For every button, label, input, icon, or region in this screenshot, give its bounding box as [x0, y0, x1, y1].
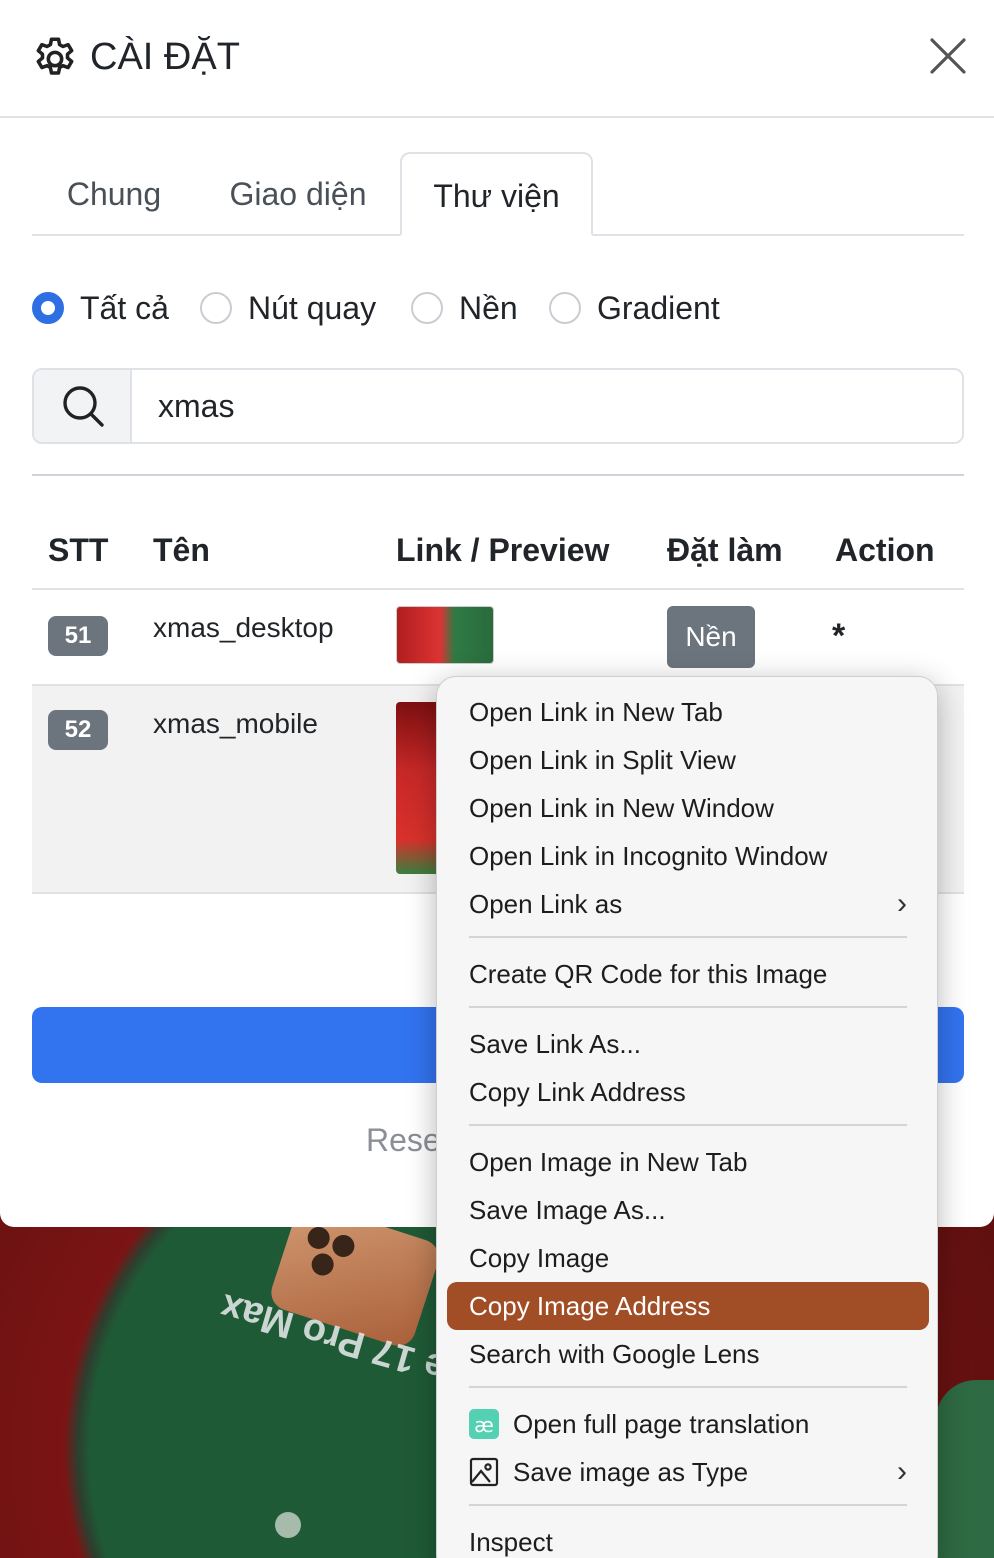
menu-search-google-lens[interactable]: Search with Google Lens — [447, 1330, 929, 1378]
menu-item-label: Search with Google Lens — [469, 1339, 760, 1369]
header-action: Action — [835, 532, 935, 568]
menu-open-link-split-view[interactable]: Open Link in Split View — [447, 736, 929, 784]
filter-label: Nền — [459, 289, 518, 326]
search-bar — [32, 368, 964, 444]
menu-inspect[interactable]: Inspect — [447, 1518, 929, 1558]
menu-copy-link-address[interactable]: Copy Link Address — [447, 1068, 929, 1116]
menu-open-image-new-tab[interactable]: Open Image in New Tab — [447, 1138, 929, 1186]
menu-item-label: Save Link As... — [469, 1029, 641, 1059]
chevron-right-icon: › — [897, 1455, 907, 1488]
menu-item-label: Open Link in Incognito Window — [469, 841, 828, 871]
divider — [32, 474, 964, 476]
search-input[interactable] — [134, 370, 962, 442]
translate-icon: æ — [469, 1409, 499, 1440]
filter-tat-ca[interactable]: Tất cả — [32, 286, 169, 330]
filter-label: Gradient — [597, 289, 720, 326]
search-icon-box — [34, 370, 132, 442]
filter-label: Nút quay — [248, 289, 377, 326]
menu-item-label: Open Link in New Tab — [469, 697, 723, 727]
wheel-pin — [275, 1512, 301, 1538]
menu-item-label: Open full page translation — [513, 1409, 810, 1439]
close-icon[interactable] — [926, 34, 970, 78]
modal-header: CÀI ĐẶT — [0, 0, 994, 118]
gear-icon — [36, 37, 74, 75]
menu-create-qr-code[interactable]: Create QR Code for this Image — [447, 950, 929, 998]
menu-item-label: Open Link as — [469, 889, 623, 919]
action-button[interactable]: * — [832, 616, 845, 656]
menu-item-label: Copy Link Address — [469, 1077, 686, 1107]
item-name: xmas_mobile — [153, 708, 318, 739]
search-icon — [63, 386, 104, 427]
stt-badge: 51 — [48, 616, 108, 656]
set-as-background-button[interactable]: Nền — [667, 606, 755, 668]
menu-save-image-as[interactable]: Save Image As... — [447, 1186, 929, 1234]
menu-separator — [469, 1006, 907, 1008]
tab-thu-vien[interactable]: Thư viện — [400, 152, 593, 236]
menu-save-image-as-type[interactable]: Save image as Type › — [447, 1448, 929, 1496]
wheel-slice — [936, 1380, 994, 1558]
menu-open-link-new-tab[interactable]: Open Link in New Tab — [447, 688, 929, 736]
header-link-preview: Link / Preview — [396, 532, 610, 568]
menu-copy-image[interactable]: Copy Image — [447, 1234, 929, 1282]
menu-open-link-new-window[interactable]: Open Link in New Window — [447, 784, 929, 832]
context-menu: Open Link in New Tab Open Link in Split … — [436, 676, 938, 1558]
library-filter: Tất cả Nút quay Nền Gradient — [32, 286, 964, 330]
menu-separator — [469, 936, 907, 938]
tab-giao-dien[interactable]: Giao diện — [208, 152, 388, 236]
filter-nut-quay[interactable]: Nút quay — [200, 286, 376, 330]
item-name: xmas_desktop — [153, 612, 334, 643]
preview-thumbnail-link[interactable] — [396, 606, 494, 664]
header-dat-lam: Đặt làm — [667, 532, 783, 568]
menu-copy-image-address[interactable]: Copy Image Address — [447, 1282, 929, 1330]
menu-separator — [469, 1386, 907, 1388]
header-ten: Tên — [153, 532, 210, 568]
radio-checked-icon[interactable] — [32, 292, 64, 324]
table-header: STT Tên Link / Preview Đặt làm Action — [32, 510, 964, 590]
image-icon — [469, 1458, 499, 1487]
menu-separator — [469, 1124, 907, 1126]
radio-icon[interactable] — [549, 292, 581, 324]
radio-icon[interactable] — [200, 292, 232, 324]
modal-title: CÀI ĐẶT — [90, 36, 240, 78]
menu-item-label: Save Image As... — [469, 1195, 666, 1225]
svg-text:æ: æ — [474, 1413, 494, 1437]
filter-gradient[interactable]: Gradient — [549, 286, 720, 330]
tab-chung[interactable]: Chung — [32, 152, 196, 236]
menu-item-label: Open Link in Split View — [469, 745, 736, 775]
menu-item-label: Create QR Code for this Image — [469, 959, 828, 989]
menu-open-link-incognito[interactable]: Open Link in Incognito Window — [447, 832, 929, 880]
menu-save-link-as[interactable]: Save Link As... — [447, 1020, 929, 1068]
header-stt: STT — [48, 532, 109, 568]
menu-item-label: Copy Image Address — [469, 1291, 711, 1321]
radio-icon[interactable] — [411, 292, 443, 324]
stt-badge: 52 — [48, 710, 108, 750]
menu-item-label: Open Link in New Window — [469, 793, 774, 823]
reset-link[interactable]: Rese — [366, 1120, 441, 1160]
table-row: 51 xmas_desktop Nền * — [32, 590, 964, 686]
menu-open-link-as[interactable]: Open Link as › — [447, 880, 929, 928]
menu-item-label: Open Image in New Tab — [469, 1147, 748, 1177]
settings-tabs: Chung Giao diện Thư viện — [32, 152, 964, 236]
menu-separator — [469, 1504, 907, 1506]
menu-item-label: Save image as Type — [513, 1457, 749, 1487]
filter-nen[interactable]: Nền — [411, 286, 518, 330]
chevron-right-icon: › — [897, 887, 907, 920]
menu-item-label: Copy Image — [469, 1243, 610, 1273]
menu-item-label: Inspect — [469, 1527, 553, 1557]
menu-open-full-page-translation[interactable]: æ Open full page translation — [447, 1400, 929, 1448]
filter-label: Tất cả — [80, 289, 169, 326]
